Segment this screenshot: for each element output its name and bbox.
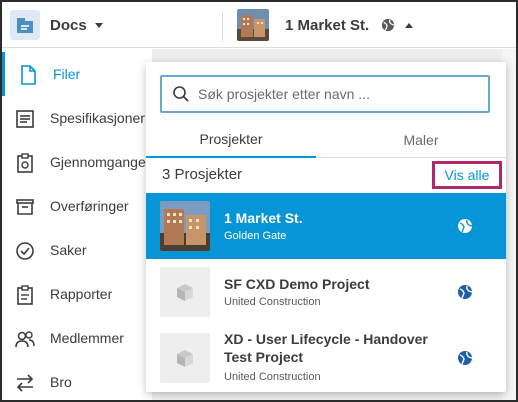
sidebar-item-label: Bro (50, 374, 72, 390)
sidebar: Filer Spesifikasjoner Gjennomganger Over… (2, 49, 152, 400)
project-thumbnail-placeholder (160, 267, 210, 317)
building-placeholder-icon (177, 284, 193, 301)
sidebar-item-issues[interactable]: Saker (2, 228, 152, 272)
globe-icon (382, 18, 395, 32)
search-box (160, 75, 490, 113)
project-name: SF CXD Demo Project (224, 276, 370, 292)
review-icon (17, 153, 33, 173)
project-switcher[interactable]: 1 Market St. (237, 8, 414, 42)
project-name: XD - User Lifecycle - Handover Test Proj… (224, 331, 428, 365)
sidebar-item-bridge[interactable]: Bro (2, 360, 152, 400)
project-row[interactable]: 1 Market St. Golden Gate (146, 193, 506, 259)
sidebar-item-label: Saker (50, 242, 87, 258)
chevron-up-icon (405, 22, 414, 28)
sidebar-item-reports[interactable]: Rapporter (2, 272, 152, 316)
building-placeholder-icon (177, 350, 193, 367)
current-project-name: 1 Market St. (285, 16, 370, 34)
check-circle-icon (16, 242, 34, 260)
list-icon (16, 110, 34, 128)
globe-icon (458, 285, 473, 299)
globe-icon (458, 219, 473, 233)
transfer-icon (16, 199, 34, 215)
sidebar-item-specifications[interactable]: Spesifikasjoner (2, 96, 152, 140)
sidebar-item-label: Filer (53, 66, 81, 82)
project-thumbnail (160, 201, 210, 251)
sidebar-item-label: Medlemmer (50, 330, 124, 346)
sidebar-item-label: Spesifikasjoner (50, 110, 145, 126)
project-company: United Construction (224, 296, 321, 308)
bridge-arrows-icon (16, 374, 34, 392)
project-company: Golden Gate (224, 230, 287, 242)
see-all-link[interactable]: Vis alle (432, 161, 502, 189)
globe-icon (458, 351, 473, 365)
app-window: Docs 1 Market St. Filer Spesifikasjoner … (0, 0, 518, 402)
chevron-down-icon (94, 22, 103, 28)
sidebar-item-label: Gjennomganger (50, 154, 151, 170)
search-icon (173, 86, 189, 102)
tab-projects[interactable]: Prosjekter (146, 122, 316, 158)
sidebar-item-files[interactable]: Filer (2, 52, 152, 96)
project-count: 3 Prosjekter (162, 166, 243, 183)
search-input[interactable] (198, 86, 478, 102)
sidebar-item-label: Overføringer (50, 198, 129, 214)
sidebar-item-members[interactable]: Medlemmer (2, 316, 152, 360)
document-icon (21, 65, 36, 85)
sidebar-item-label: Rapporter (50, 286, 113, 302)
project-picker-panel: Prosjekter Maler 3 Prosjekter Vis alle (146, 62, 506, 392)
project-company: United Construction (224, 371, 321, 383)
app-name: Docs (50, 16, 87, 34)
project-row[interactable]: SF CXD Demo Project United Construction (146, 259, 506, 325)
project-row[interactable]: XD - User Lifecycle - Handover Test Proj… (146, 325, 506, 391)
project-thumbnail (237, 9, 269, 41)
tab-bar: Prosjekter Maler (146, 122, 506, 158)
project-name: 1 Market St. (224, 210, 303, 226)
tab-templates[interactable]: Maler (346, 122, 496, 158)
sidebar-item-reviews[interactable]: Gjennomganger (2, 140, 152, 184)
top-bar: Docs 1 Market St. (2, 2, 516, 48)
report-icon (17, 285, 33, 305)
sidebar-item-transfers[interactable]: Overføringer (2, 184, 152, 228)
docs-app-icon (10, 10, 40, 40)
people-icon (15, 331, 35, 348)
app-switcher[interactable]: Docs (10, 9, 103, 41)
project-thumbnail-placeholder (160, 333, 210, 383)
divider (222, 12, 223, 42)
